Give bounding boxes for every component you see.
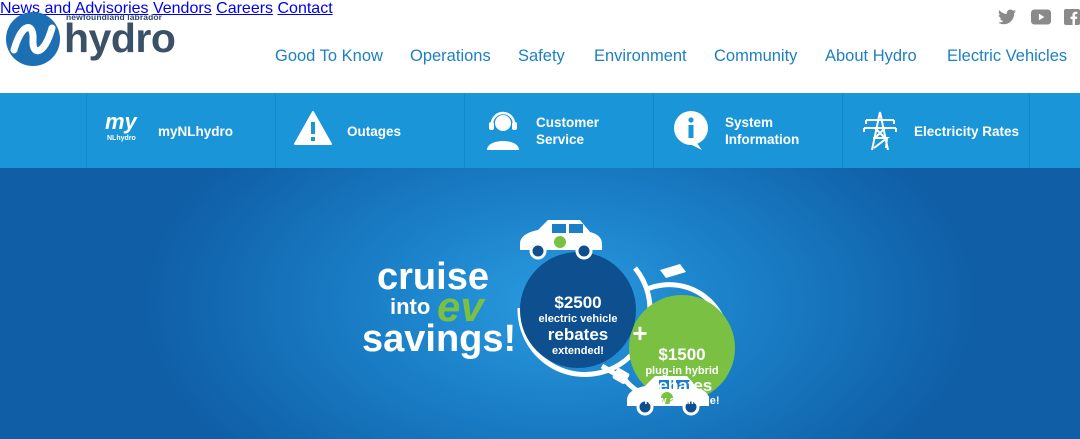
- quick-link-label-line2: Information: [725, 132, 800, 147]
- hero-word-savings: savings!: [362, 318, 517, 360]
- ev-rebate-graphic: $2500 electric vehicle rebates extended!…: [510, 208, 760, 439]
- quick-link-label: Outages: [347, 124, 402, 139]
- nav-about-hydro[interactable]: About Hydro: [825, 47, 917, 66]
- my-nlhydro-icon: my NLhydro: [105, 109, 137, 143]
- quick-links-bar: my NLhydro myNLhydro Outages Customer Se…: [0, 93, 1080, 168]
- rebate1-line2: rebates: [547, 325, 609, 344]
- rebate1-amount: $2500: [554, 293, 602, 312]
- quick-link-label-line1: System: [725, 115, 774, 130]
- warning-icon: [294, 111, 332, 145]
- nav-electric-vehicles[interactable]: Electric Vehicles: [947, 47, 1067, 66]
- power-tower-icon: [863, 111, 897, 150]
- hydro-logo[interactable]: newfoundland labrador hydro: [4, 8, 179, 70]
- plus-sign: +: [632, 318, 648, 348]
- quick-link-label-line1: Customer: [536, 115, 600, 130]
- quick-link-label: myNLhydro: [158, 124, 234, 139]
- quick-link-customer-service[interactable]: Customer Service: [464, 93, 653, 168]
- nav-community[interactable]: Community: [714, 47, 797, 66]
- hero-word-into: into: [390, 294, 431, 319]
- hydro-logo-mark-icon: [6, 12, 60, 66]
- headset-icon: [487, 111, 519, 150]
- info-icon: [674, 111, 708, 150]
- rebate2-line2: rebates: [651, 376, 713, 395]
- utility-link-careers[interactable]: Careers: [216, 0, 273, 17]
- quick-link-label-line2: Service: [536, 132, 585, 147]
- nav-good-to-know[interactable]: Good To Know: [275, 47, 383, 66]
- rebate1-line1: electric vehicle: [538, 313, 618, 325]
- twitter-icon[interactable]: [998, 9, 1016, 25]
- facebook-icon[interactable]: [1064, 9, 1080, 25]
- quick-link-system-information[interactable]: System Information: [653, 93, 842, 168]
- site-header: newfoundland labrador hydro News and Adv…: [0, 0, 1080, 93]
- logo-wordmark: hydro: [64, 15, 176, 61]
- quick-link-label: Electricity Rates: [914, 124, 1020, 139]
- quick-link-mynlhydro[interactable]: my NLhydro myNLhydro: [86, 93, 275, 168]
- quick-link-outages[interactable]: Outages: [275, 93, 464, 168]
- nav-operations[interactable]: Operations: [410, 47, 491, 66]
- youtube-icon[interactable]: [1031, 9, 1051, 25]
- rebate2-line3: now available!: [644, 395, 720, 407]
- rebate1-line3: extended!: [552, 345, 604, 357]
- hero-banner[interactable]: cruise into ev savings! $2500 electric v…: [0, 168, 1080, 439]
- utility-link-contact[interactable]: Contact: [278, 0, 333, 17]
- quick-link-electricity-rates[interactable]: Electricity Rates: [842, 93, 1030, 168]
- rebate2-amount: $1500: [658, 345, 706, 364]
- nav-environment[interactable]: Environment: [594, 47, 687, 66]
- nav-safety[interactable]: Safety: [518, 47, 565, 66]
